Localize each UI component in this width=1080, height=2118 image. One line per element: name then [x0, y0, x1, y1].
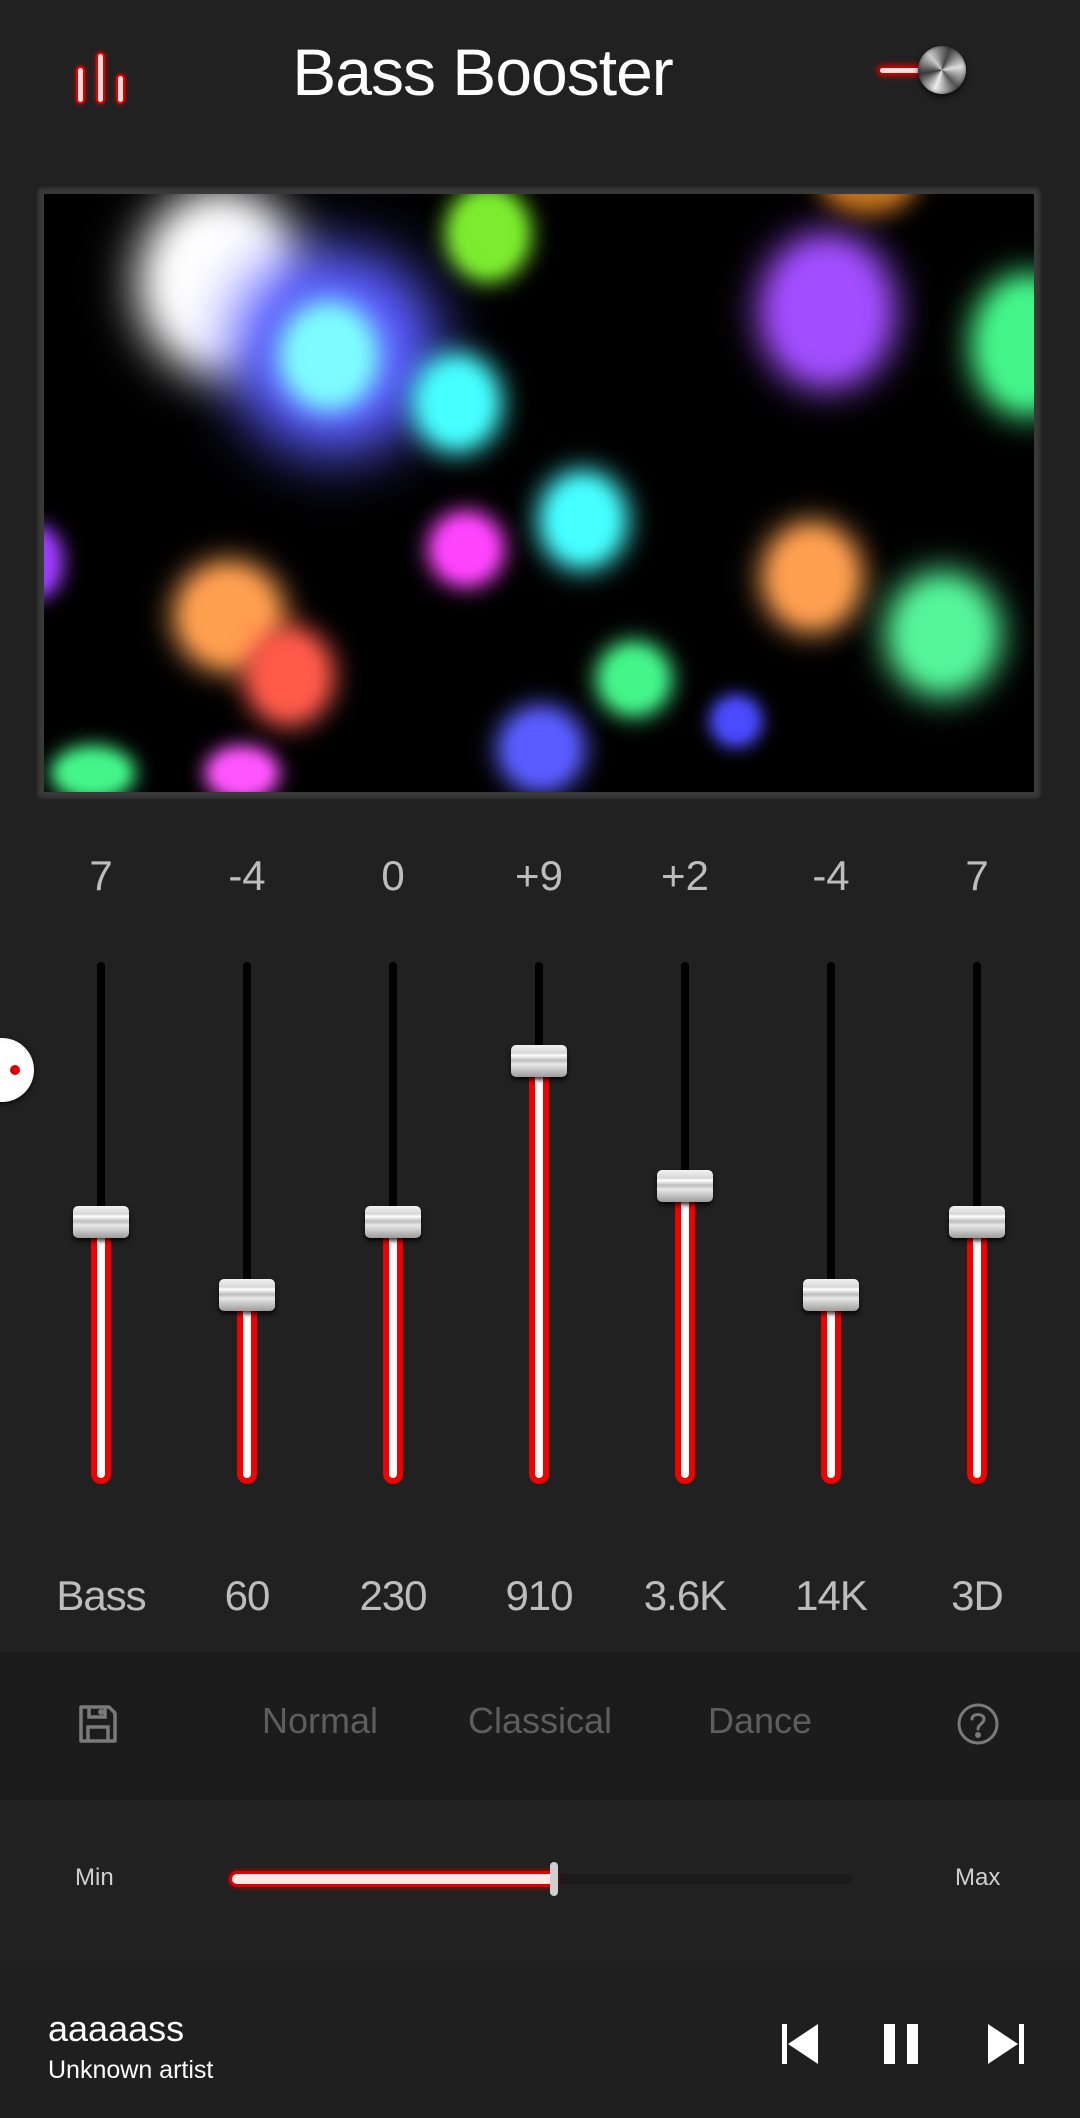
light-orb [184, 571, 274, 661]
band-value: +9 [515, 852, 563, 899]
band-value: +2 [661, 852, 709, 899]
slider-fill [383, 1224, 403, 1484]
light-orb [254, 636, 324, 716]
slider-handle[interactable] [657, 1169, 713, 1202]
band-label: 3.6K [643, 1572, 727, 1619]
volume-slider-fill [232, 1874, 555, 1884]
slider-fill [91, 1224, 111, 1484]
volume-min-label: Min [75, 1864, 114, 1891]
light-orb [982, 285, 1034, 405]
band-slider-60[interactable] [207, 962, 287, 1484]
band-slider-230[interactable] [353, 962, 433, 1484]
mini-player[interactable]: aaaaass Unknown artist [0, 1966, 1080, 2118]
skip-next-icon [988, 2024, 1024, 2064]
band-label: 60 [224, 1572, 271, 1619]
band-label: 14K [795, 1572, 868, 1619]
slider-fill [821, 1296, 841, 1484]
slider-handle[interactable] [803, 1278, 859, 1311]
light-orb [828, 194, 908, 205]
volume-slider[interactable] [232, 1862, 852, 1896]
band-label: 230 [359, 1572, 427, 1619]
song-title: aaaaass [48, 2008, 185, 2049]
band-label: 910 [505, 1572, 573, 1619]
slider-fill [967, 1224, 987, 1484]
light-orb [58, 753, 128, 792]
band-value: 7 [965, 852, 989, 899]
pause-icon [884, 2024, 918, 2064]
floppy-disk-save-icon[interactable] [76, 1702, 120, 1746]
slider-handle[interactable] [949, 1206, 1005, 1238]
band-value: 7 [89, 852, 113, 899]
light-orb [212, 753, 272, 792]
band-slider-3-6k[interactable] [645, 962, 725, 1484]
previous-track-button[interactable] [774, 2016, 830, 2072]
question-circle-icon[interactable] [956, 1702, 1000, 1746]
power-toggle[interactable] [876, 42, 968, 98]
light-orb [548, 480, 618, 560]
slider-handle[interactable] [219, 1278, 275, 1311]
artist-name: Unknown artist [48, 2056, 214, 2084]
band-value: 0 [381, 852, 405, 899]
slider-handle[interactable] [73, 1206, 129, 1238]
light-orb [436, 519, 496, 579]
visualizer-canvas [44, 194, 1034, 792]
light-orb [604, 649, 664, 709]
preset-classical[interactable]: Classical [440, 1700, 640, 1742]
light-orb [44, 532, 56, 592]
light-orb [898, 584, 988, 684]
slider-handle[interactable] [511, 1044, 567, 1077]
band-slider-14k[interactable] [791, 962, 871, 1484]
band-slider-3d[interactable] [937, 962, 1017, 1484]
light-orb [452, 194, 523, 274]
band-label: 3D [951, 1572, 1004, 1619]
volume-max-label: Max [955, 1864, 1001, 1891]
app-title: Bass Booster [292, 35, 674, 109]
slider-handle[interactable] [365, 1206, 421, 1238]
light-orb [772, 246, 882, 376]
slider-fill [237, 1296, 257, 1484]
band-value: -4 [228, 852, 266, 899]
volume-slider-thumb[interactable] [550, 1862, 559, 1896]
slider-fill [529, 1062, 549, 1484]
band-slider-bass[interactable] [61, 962, 141, 1484]
power-knob-icon [918, 46, 966, 94]
light-orb [289, 311, 369, 401]
light-orb [422, 363, 492, 443]
preset-dance[interactable]: Dance [660, 1700, 860, 1742]
light-orb [716, 701, 756, 741]
light-orb [772, 532, 852, 622]
drawer-handle-icon[interactable] [0, 1038, 34, 1102]
visualizer-frame [36, 186, 1042, 800]
band-label: Bass [56, 1572, 146, 1619]
preset-normal[interactable]: Normal [220, 1700, 420, 1742]
slider-fill [675, 1187, 695, 1484]
drawer-handle-dot [10, 1065, 20, 1075]
next-track-button[interactable] [976, 2016, 1032, 2072]
volume-section: Min Max [0, 1800, 1080, 1966]
preset-bar: Normal Classical Dance [0, 1652, 1080, 1800]
power-beam-indicator [880, 68, 922, 73]
header: Bass Booster [0, 0, 1080, 160]
band-slider-910[interactable] [499, 962, 579, 1484]
light-orb [506, 714, 576, 784]
pause-button[interactable] [874, 2016, 930, 2072]
band-value: -4 [812, 852, 850, 899]
skip-previous-icon [782, 2024, 818, 2064]
